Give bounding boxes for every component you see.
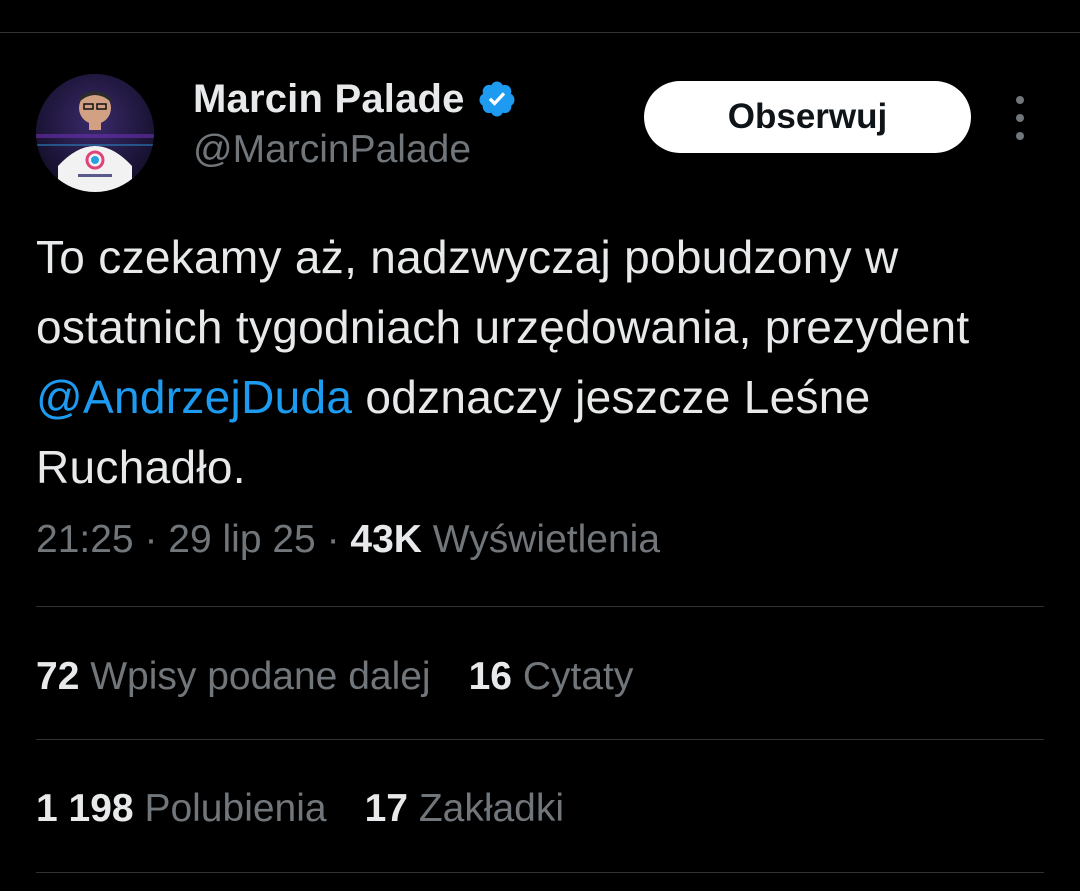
mention-link[interactable]: @AndrzejDuda xyxy=(36,371,352,423)
handle[interactable]: @MarcinPalade xyxy=(193,128,517,172)
likes-count: 1 198 xyxy=(36,787,134,830)
stats-row-shares: 72 Wpisy podane dalej 16 Cytaty xyxy=(36,655,633,699)
top-divider xyxy=(0,32,1080,33)
name-row: Marcin Palade xyxy=(193,74,517,124)
divider xyxy=(36,606,1044,607)
divider xyxy=(36,872,1044,873)
bookmarks-count: 17 xyxy=(364,787,408,830)
bookmarks-stat[interactable]: 17 Zakładki xyxy=(365,787,564,831)
quotes-count: 16 xyxy=(468,655,512,698)
avatar[interactable] xyxy=(36,74,154,192)
display-name[interactable]: Marcin Palade xyxy=(193,77,465,122)
reposts-stat[interactable]: 72 Wpisy podane dalej xyxy=(36,655,431,699)
tweet-date[interactable]: 29 lip 25 xyxy=(168,518,315,561)
meta-separator: · xyxy=(315,518,351,561)
more-dot xyxy=(1016,114,1024,122)
quotes-label: Cytaty xyxy=(512,655,634,698)
divider xyxy=(36,739,1044,740)
tweet-meta: 21:25 · 29 lip 25 · 43K Wyświetlenia xyxy=(36,518,660,562)
likes-stat[interactable]: 1 198 Polubienia xyxy=(36,787,327,831)
avatar-image xyxy=(36,74,154,192)
quotes-stat[interactable]: 16 Cytaty xyxy=(469,655,634,699)
follow-button[interactable]: Obserwuj xyxy=(644,81,971,153)
verified-badge-icon xyxy=(477,79,517,119)
tweet-time[interactable]: 21:25 xyxy=(36,518,134,561)
tweet-text: To czekamy aż, nadzwyczaj pobudzony w os… xyxy=(36,222,1046,502)
author-block: Marcin Palade @MarcinPalade xyxy=(193,74,517,172)
tweet-text-part1: To czekamy aż, nadzwyczaj pobudzony w os… xyxy=(36,231,970,353)
reposts-count: 72 xyxy=(36,655,80,698)
stats-row-engagement: 1 198 Polubienia 17 Zakładki xyxy=(36,787,564,831)
more-dot xyxy=(1016,96,1024,104)
meta-separator: · xyxy=(133,518,169,561)
views-count[interactable]: 43K xyxy=(350,518,422,561)
more-dot xyxy=(1016,132,1024,140)
views-label[interactable]: Wyświetlenia xyxy=(422,518,660,561)
bookmarks-label: Zakładki xyxy=(407,787,565,830)
likes-label: Polubienia xyxy=(133,787,327,830)
reposts-label: Wpisy podane dalej xyxy=(79,655,431,698)
more-options-icon[interactable] xyxy=(1005,96,1035,140)
